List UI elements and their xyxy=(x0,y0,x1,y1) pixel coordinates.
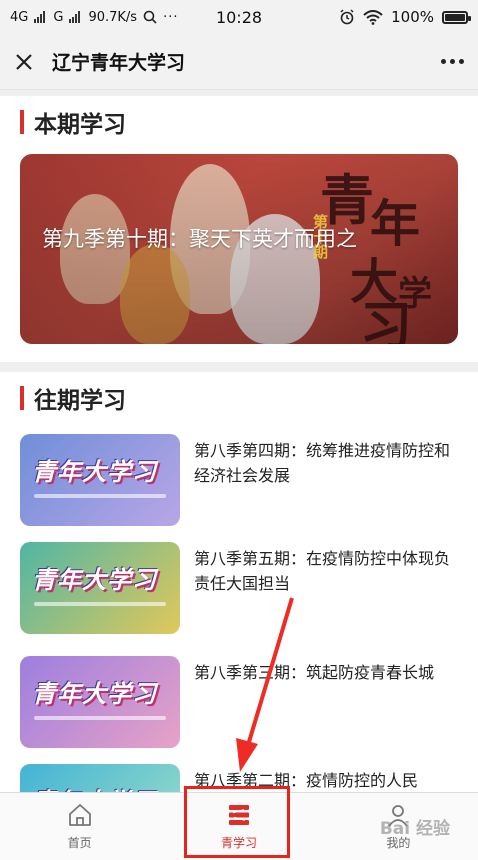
home-icon xyxy=(67,802,93,828)
annotation-arrow xyxy=(236,597,294,772)
highlight-box xyxy=(184,786,290,858)
watermark: Bai 经验 xyxy=(379,819,450,839)
tab-home-label: 首页 xyxy=(67,836,92,850)
tab-home[interactable]: 首页 xyxy=(0,793,159,860)
